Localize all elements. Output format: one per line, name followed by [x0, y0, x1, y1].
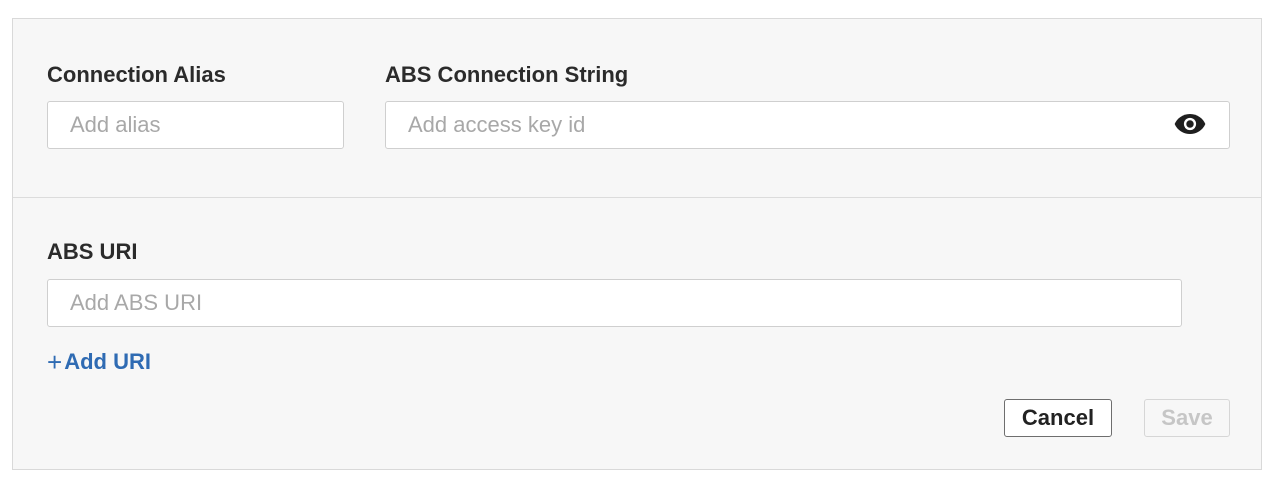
- connection-form-panel: Connection Alias ABS Connection String A…: [12, 18, 1262, 470]
- abs-uri-input[interactable]: [47, 279, 1182, 327]
- section-divider: [13, 197, 1261, 198]
- save-button[interactable]: Save: [1144, 399, 1230, 437]
- connection-alias-label: Connection Alias: [47, 62, 226, 87]
- abs-uri-label: ABS URI: [47, 239, 138, 264]
- connection-string-input[interactable]: [385, 101, 1230, 149]
- add-uri-label: Add URI: [64, 349, 151, 374]
- cancel-button[interactable]: Cancel: [1004, 399, 1112, 437]
- plus-icon: +: [47, 347, 63, 377]
- add-uri-button[interactable]: + Add URI: [47, 349, 151, 375]
- connection-alias-input[interactable]: [47, 101, 344, 149]
- connection-string-label: ABS Connection String: [385, 62, 629, 87]
- eye-icon[interactable]: [1174, 113, 1206, 135]
